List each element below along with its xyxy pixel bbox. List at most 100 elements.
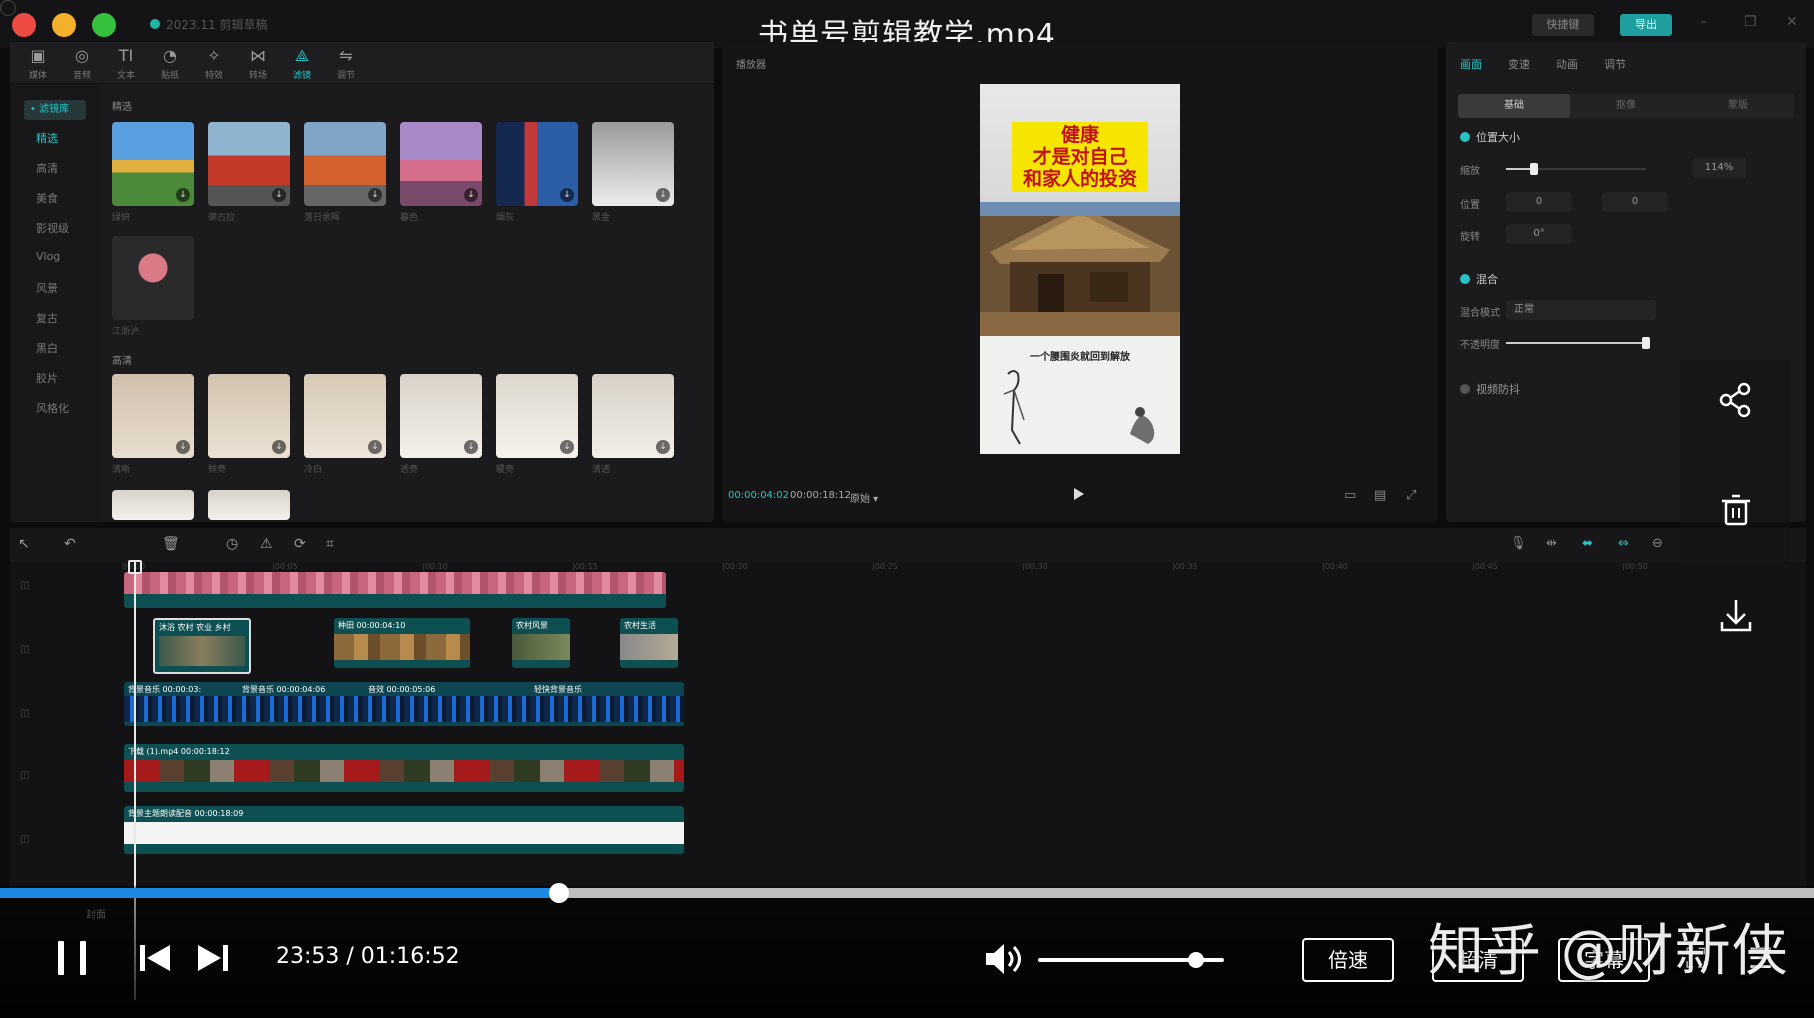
volume-knob[interactable] [1188, 952, 1205, 968]
inspector-tab[interactable]: 变速 [1508, 56, 1530, 72]
download-badge-icon[interactable]: ↓ [656, 440, 670, 454]
volume-slider[interactable] [1038, 952, 1224, 968]
previous-icon[interactable] [138, 943, 172, 977]
filter-thumbnail[interactable]: 江浙沪 [112, 236, 194, 337]
mirror-icon[interactable]: ⚠ [260, 536, 273, 552]
filter-category-item[interactable]: 黑白 [36, 340, 58, 356]
track-lock-icon[interactable]: ◫ [20, 770, 29, 781]
video-clip[interactable]: 沐浴 农村 农业 乡村 [153, 618, 251, 674]
media-tab-5[interactable]: ⋈ 转场 [238, 46, 278, 81]
blend-mode-select[interactable]: 正常 [1506, 300, 1656, 320]
position-x-input[interactable]: 0 [1506, 192, 1572, 212]
close-icon[interactable]: ✕ [1786, 14, 1798, 30]
download-badge-icon[interactable]: ↓ [176, 440, 190, 454]
microphone-icon[interactable]: 🎙 [1510, 536, 1527, 551]
delete-icon[interactable] [1716, 490, 1756, 530]
restore-icon[interactable]: ❐ [1744, 14, 1757, 30]
filter-category-item[interactable]: 精选 [36, 130, 58, 146]
download-badge-icon[interactable]: ↓ [464, 440, 478, 454]
filter-thumbnail[interactable]: ↓ 暖亮 [496, 374, 578, 475]
media-tab-4[interactable]: ✧ 特效 [194, 46, 234, 81]
segment-option[interactable]: 蒙版 [1682, 94, 1794, 118]
filter-thumbnail[interactable]: ↓ 清透 [592, 374, 674, 475]
rotation-input[interactable]: 0° [1506, 224, 1572, 244]
filter-library-header[interactable]: • 滤镜库 [24, 100, 86, 120]
crop-icon[interactable]: ⌗ [326, 536, 334, 552]
inspector-tab[interactable]: 调节 [1604, 56, 1626, 72]
export-button[interactable]: 导出 [1620, 14, 1672, 36]
blend-checkbox[interactable] [1460, 274, 1470, 284]
track-lock-icon[interactable]: ◫ [20, 580, 29, 591]
play-icon[interactable] [1074, 488, 1084, 500]
track-lock-icon[interactable]: ◫ [20, 708, 29, 719]
timeline-area[interactable]: 00:00|00:05|00:10|00:15|00:20|00:25|00:3… [10, 562, 1806, 890]
download-badge-icon[interactable]: ↓ [272, 188, 286, 202]
video-preview[interactable]: 健康 才是对自己 和家人的投资 一个腰围炎就回到解放 [980, 84, 1180, 454]
inspector-tab[interactable]: 画面 [1460, 56, 1482, 72]
select-tool-icon[interactable]: ↖ [18, 536, 30, 552]
video-clip[interactable]: 种田 00:00:04:10 [334, 618, 470, 668]
track-lock-icon[interactable]: ◫ [20, 834, 29, 845]
track-lock-icon[interactable]: ◫ [20, 644, 29, 655]
filter-thumbnail[interactable]: ↓ 暮色 [400, 122, 482, 223]
scale-value[interactable]: 114% [1692, 158, 1746, 178]
volume-icon[interactable] [984, 940, 1026, 982]
download-badge-icon[interactable]: ↓ [656, 188, 670, 202]
audio-track[interactable]: 背景音乐 00:00:03: 背景音乐 00:00:04:06 音效 00:00… [124, 682, 684, 726]
opacity-slider[interactable] [1506, 337, 1650, 349]
filter-thumbnail[interactable]: ↓ 鲜亮 [208, 374, 290, 475]
pause-button[interactable] [58, 941, 88, 975]
segment-option[interactable]: 抠像 [1570, 94, 1682, 118]
download-badge-icon[interactable]: ↓ [176, 188, 190, 202]
filter-preview-image[interactable] [112, 490, 194, 520]
media-tab-3[interactable]: ◔ 贴纸 [150, 46, 190, 81]
filter-thumbnail[interactable]: ↓ 烟灰 [496, 122, 578, 223]
media-tab-1[interactable]: ◎ 音频 [62, 46, 102, 81]
filter-thumbnail[interactable]: ↓ 清晰 [112, 374, 194, 475]
shortcut-button[interactable]: 快捷键 [1532, 14, 1594, 36]
fullscreen-icon[interactable]: ⤢ [1406, 488, 1416, 503]
share-icon[interactable] [1716, 380, 1756, 420]
media-tab-6[interactable]: ⟁ 滤镜 [282, 46, 322, 81]
stabilize-checkbox[interactable] [1460, 384, 1470, 394]
inspector-tab[interactable]: 动画 [1556, 56, 1578, 72]
download-icon[interactable] [1716, 596, 1756, 636]
download-badge-icon[interactable]: ↓ [272, 440, 286, 454]
delete-icon[interactable]: 🗑 [162, 536, 180, 552]
media-tab-7[interactable]: ⇋ 调节 [326, 46, 366, 81]
video-clip[interactable]: 农村风景 [512, 618, 570, 668]
link-icon[interactable]: ⬌ [1582, 536, 1593, 551]
filter-clip[interactable] [124, 572, 666, 608]
rotate-icon[interactable]: ⟳ [294, 536, 306, 552]
download-badge-icon[interactable]: ↓ [464, 188, 478, 202]
undo-icon[interactable]: ↶ [64, 536, 76, 552]
position-y-input[interactable]: 0 [1602, 192, 1668, 212]
download-badge-icon[interactable]: ↓ [368, 188, 382, 202]
aspect-ratio-select[interactable]: 原始 ▾ [850, 490, 878, 505]
position-size-checkbox[interactable] [1460, 132, 1470, 142]
filter-category-item[interactable]: 复古 [36, 310, 58, 326]
video-progress-bar[interactable] [0, 883, 1814, 903]
filter-thumbnail[interactable]: ↓ 黑金 [592, 122, 674, 223]
filter-category-item[interactable]: 影视级 [36, 220, 69, 236]
filter-category-item[interactable]: 美食 [36, 190, 58, 206]
filter-thumbnail[interactable]: ↓ 德古拉 [208, 122, 290, 223]
filter-category-item[interactable]: 风景 [36, 280, 58, 296]
scale-slider-knob[interactable] [1530, 163, 1538, 175]
screenshot-icon[interactable]: ▭ [1344, 488, 1356, 503]
main-video-clip[interactable]: 下载 (1).mp4 00:00:18:12 [124, 744, 684, 792]
ratio-icon[interactable]: ▤ [1374, 488, 1386, 503]
filter-thumbnail[interactable]: ↓ 透亮 [400, 374, 482, 475]
voiceover-clip[interactable]: 背景主题朗读配音 00:00:18:09 [124, 806, 684, 854]
filter-thumbnail[interactable]: ↓ 冷白 [304, 374, 386, 475]
filter-category-item[interactable]: 风格化 [36, 400, 69, 416]
split-icon[interactable]: ⇹ [1546, 536, 1557, 551]
next-icon[interactable] [196, 943, 230, 977]
download-badge-icon[interactable]: ↓ [560, 440, 574, 454]
scale-slider[interactable] [1506, 163, 1646, 175]
freeze-icon[interactable]: ◷ [226, 536, 238, 552]
opacity-slider-knob[interactable] [1642, 337, 1650, 349]
media-tab-2[interactable]: TI 文本 [106, 46, 146, 81]
filter-category-item[interactable]: 胶片 [36, 370, 58, 386]
segment-option[interactable]: 基础 [1458, 94, 1570, 118]
